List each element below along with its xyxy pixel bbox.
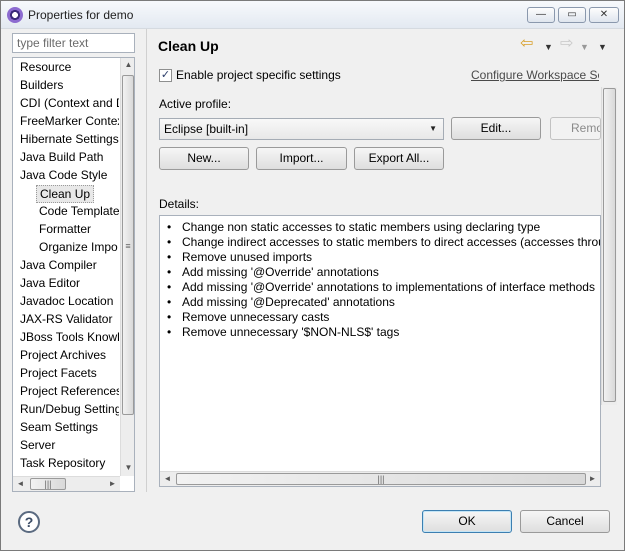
forward-dropdown-icon[interactable]: ▼ [580, 38, 589, 56]
enable-project-settings-checkbox[interactable]: ✓ [159, 69, 172, 82]
details-item-text: Change non static accesses to static mem… [182, 220, 541, 234]
tree-item[interactable]: Java Compiler [17, 257, 100, 275]
profile-value: Eclipse [built-in] [164, 122, 249, 136]
details-item-text: Remove unused imports [182, 250, 313, 264]
tree-item[interactable]: Java Editor [17, 275, 83, 293]
details-box: Change non static accesses to static mem… [159, 215, 601, 487]
configure-workspace-link[interactable]: Configure Workspace Se [471, 68, 599, 82]
tree-item[interactable]: Project References [17, 383, 119, 401]
scroll-up-icon[interactable]: ▲ [121, 60, 134, 69]
scroll-left-icon[interactable]: ◄ [13, 479, 28, 488]
page-vertical-scrollbar[interactable] [601, 87, 617, 405]
details-item-text: Add missing '@Override' annotations [182, 265, 379, 279]
ok-button[interactable]: OK [422, 510, 512, 533]
scroll-down-icon[interactable]: ▼ [121, 463, 134, 472]
details-item-text: Change indirect accesses to static membe… [182, 235, 600, 249]
tree-item[interactable]: Server [17, 437, 58, 455]
tree-scroll-thumb[interactable]: ≡ [122, 75, 134, 415]
tree-list: Resource Builders CDI (Context and D FreeMa… [13, 58, 119, 476]
export-all-button[interactable]: Export All... [354, 147, 444, 170]
active-profile-label: Active profile: [159, 97, 232, 111]
tree-item[interactable]: Resource [17, 59, 74, 77]
close-button[interactable]: ✕ [589, 7, 619, 23]
tree-item[interactable]: Project Facets [17, 365, 100, 383]
tree-item[interactable]: JBoss Tools Knowle [17, 329, 119, 347]
eclipse-icon [7, 7, 23, 23]
details-label: Details: [159, 197, 200, 211]
import-button[interactable]: Import... [256, 147, 347, 170]
minimize-button[interactable]: — [527, 7, 555, 23]
page-scroll-thumb[interactable] [603, 88, 616, 402]
tree-hscroll-thumb[interactable]: ||| [30, 478, 66, 490]
page-title: Clean Up [158, 38, 219, 54]
tree-item[interactable]: Formatter [36, 221, 94, 239]
forward-arrow-icon[interactable]: ⇨ [560, 35, 573, 53]
scroll-right-icon[interactable]: ► [105, 479, 120, 488]
title-bar: Properties for demo — ▭ ✕ [1, 1, 624, 29]
window-title: Properties for demo [28, 8, 134, 22]
tree-item[interactable]: Java Build Path [17, 149, 106, 167]
details-item-text: Add missing '@Override' annotations to i… [182, 280, 595, 294]
details-horizontal-scrollbar[interactable]: ◄ ||| ► [160, 471, 600, 486]
tree-item[interactable]: Hibernate Settings [17, 131, 119, 149]
help-icon[interactable]: ? [18, 511, 40, 533]
back-dropdown-icon[interactable]: ▼ [544, 38, 553, 56]
tree-item[interactable]: Project Archives [17, 347, 109, 365]
chevron-down-icon: ▼ [429, 124, 437, 133]
edit-button[interactable]: Edit... [451, 117, 541, 140]
tree-item[interactable]: Task Repository [17, 455, 108, 473]
details-list: Change non static accesses to static mem… [160, 220, 600, 470]
tree-item[interactable]: JAX-RS Validator [17, 311, 115, 329]
tree-item[interactable]: Java Code Style [17, 167, 110, 185]
maximize-button[interactable]: ▭ [558, 7, 586, 23]
details-hscroll-thumb[interactable]: ||| [176, 473, 586, 485]
back-arrow-icon[interactable]: ⇦ [520, 35, 533, 53]
details-item-text: Remove unnecessary '$NON-NLS$' tags [182, 325, 400, 339]
tree-item[interactable]: Code Template [36, 203, 119, 221]
filter-input[interactable] [12, 33, 135, 53]
enable-project-settings-label: Enable project specific settings [176, 68, 341, 82]
profile-select[interactable]: Eclipse [built-in] ▼ [159, 118, 444, 140]
remove-button[interactable]: Remo [550, 117, 601, 140]
scroll-right-icon[interactable]: ► [585, 474, 600, 483]
tree-vertical-scrollbar[interactable]: ▲ ≡ ▼ [120, 58, 134, 476]
tree-item[interactable]: Clean Up [36, 185, 95, 203]
tree-item[interactable]: Javadoc Location [17, 293, 116, 311]
cancel-button[interactable]: Cancel [520, 510, 610, 533]
details-item-text: Remove unnecessary casts [182, 310, 330, 324]
tree-item[interactable]: Organize Impo [36, 239, 119, 257]
tree-item[interactable]: FreeMarker Contex [17, 113, 119, 131]
tree-item[interactable]: Run/Debug Setting [17, 401, 119, 419]
tree-item[interactable]: Builders [17, 77, 66, 95]
scroll-left-icon[interactable]: ◄ [160, 474, 175, 483]
tree-item[interactable]: Seam Settings [17, 419, 101, 437]
preference-tree: Resource Builders CDI (Context and D FreeMa… [12, 57, 135, 492]
details-item-text: Add missing '@Deprecated' annotations [182, 295, 395, 309]
new-button[interactable]: New... [159, 147, 249, 170]
view-menu-icon[interactable]: ▼ [598, 38, 607, 56]
tree-horizontal-scrollbar[interactable]: ◄ ||| ► [13, 476, 120, 491]
properties-dialog: Properties for demo — ▭ ✕ ResourceBuilde… [0, 0, 625, 551]
tree-item[interactable]: CDI (Context and D [17, 95, 119, 113]
